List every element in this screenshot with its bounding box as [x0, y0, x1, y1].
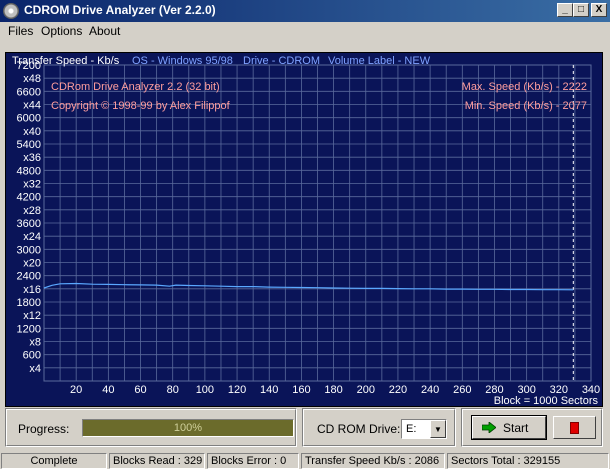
x-tick-label: 120: [228, 384, 246, 396]
x-tick-label: 80: [167, 384, 179, 396]
app-name-caption: CDRom Drive Analyzer 2.2 (32 bit): [51, 81, 220, 93]
stop-button[interactable]: [553, 416, 596, 439]
y-tick-label: 3600: [17, 218, 41, 230]
dropdown-arrow-icon[interactable]: ▼: [430, 420, 446, 438]
menu-options[interactable]: Options: [41, 24, 82, 38]
progress-group: Progress: 100%: [5, 408, 297, 447]
y-tick-label: 2400: [17, 271, 41, 283]
status-bar: Complete Blocks Read : 329 Blocks Error …: [0, 452, 610, 469]
y-multiplier-label: x20: [23, 258, 41, 270]
progress-bar: 100%: [82, 419, 294, 437]
y-multiplier-label: x36: [23, 152, 41, 164]
stop-icon: [570, 422, 579, 434]
cd-app-icon[interactable]: [3, 3, 19, 19]
y-tick-label: 1200: [17, 323, 41, 335]
chart-canvas: 7200x486600x446000x405400x364800x324200x…: [17, 60, 601, 407]
volume-label: Volume Label - NEW: [328, 55, 431, 67]
y-multiplier-label: x28: [23, 205, 41, 217]
status-transfer-speed: Transfer Speed Kb/s : 2086: [301, 453, 445, 469]
x-tick-label: 100: [196, 384, 214, 396]
y-tick-label: 3000: [17, 244, 41, 256]
y-tick-label: 6000: [17, 113, 41, 125]
x-tick-label: 220: [389, 384, 407, 396]
progress-percent: 100%: [173, 422, 203, 434]
x-tick-label: 40: [102, 384, 114, 396]
chart-header: Transfer Speed - Kb/s OS - Windows 95/98…: [5, 53, 603, 69]
transfer-speed-label: Transfer Speed - Kb/s: [12, 55, 120, 67]
y-multiplier-label: x48: [23, 73, 41, 85]
start-arrow-icon: [482, 422, 496, 433]
drive-type-label: Drive - CDROM: [243, 55, 320, 67]
y-multiplier-label: x8: [29, 337, 41, 349]
drive-group: CD ROM Drive: E: ▼: [302, 408, 456, 447]
start-button-label: Start: [503, 421, 529, 435]
y-tick-label: 4200: [17, 192, 41, 204]
menu-about[interactable]: About: [89, 24, 120, 38]
y-tick-label: 600: [23, 350, 41, 362]
close-button[interactable]: X: [591, 3, 607, 17]
x-tick-label: 60: [134, 384, 146, 396]
drive-select-value: E:: [406, 423, 417, 435]
status-blocks-read: Blocks Read : 329: [109, 453, 205, 469]
x-tick-label: 20: [70, 384, 82, 396]
block-size-note: Block = 1000 Sectors: [494, 395, 599, 407]
x-tick-label: 160: [292, 384, 310, 396]
os-label: OS - Windows 95/98: [132, 55, 233, 67]
menu-bar: Files Options About: [0, 22, 610, 40]
controls-group: Start: [461, 408, 603, 447]
minimize-button[interactable]: _: [557, 3, 573, 17]
maximize-button[interactable]: □: [573, 3, 589, 17]
x-tick-label: 140: [260, 384, 278, 396]
x-tick-label: 200: [357, 384, 375, 396]
y-multiplier-label: x44: [23, 100, 41, 112]
copyright-caption: Copyright © 1998-99 by Alex Filippof: [51, 100, 231, 112]
x-tick-label: 260: [453, 384, 471, 396]
min-speed-label: Min. Speed (Kb/s) - 2077: [465, 100, 587, 112]
status-state: Complete: [1, 453, 107, 469]
title-bar: CDROM Drive Analyzer (Ver 2.2.0) _ □ X: [0, 0, 610, 22]
y-multiplier-label: x4: [29, 363, 41, 375]
y-tick-label: 1800: [17, 297, 41, 309]
y-tick-label: 4800: [17, 165, 41, 177]
start-button[interactable]: Start: [471, 415, 547, 440]
cd-rom-drive-label: CD ROM Drive:: [317, 422, 401, 436]
window-title: CDROM Drive Analyzer (Ver 2.2.0): [24, 3, 216, 17]
y-multiplier-label: x12: [23, 310, 41, 322]
menu-files[interactable]: Files: [8, 24, 33, 38]
y-multiplier-label: x32: [23, 179, 41, 191]
transfer-speed-chart: 7200 x48 6600 x44 6000 x40 5400 x36 4800 x32 4200 x…: [5, 52, 603, 407]
max-speed-label: Max. Speed (Kb/s) - 2222: [462, 81, 587, 93]
y-multiplier-label: x40: [23, 126, 41, 138]
progress-label: Progress:: [18, 422, 70, 436]
status-sectors-total: Sectors Total : 329155: [447, 453, 609, 469]
status-blocks-error: Blocks Error : 0: [207, 453, 299, 469]
drive-select[interactable]: E: ▼: [401, 419, 447, 439]
y-multiplier-label: x16: [23, 284, 41, 296]
y-tick-label: 5400: [17, 139, 41, 151]
x-tick-label: 240: [421, 384, 439, 396]
x-tick-label: 180: [324, 384, 342, 396]
y-multiplier-label: x24: [23, 231, 41, 243]
y-tick-label: 6600: [17, 86, 41, 98]
